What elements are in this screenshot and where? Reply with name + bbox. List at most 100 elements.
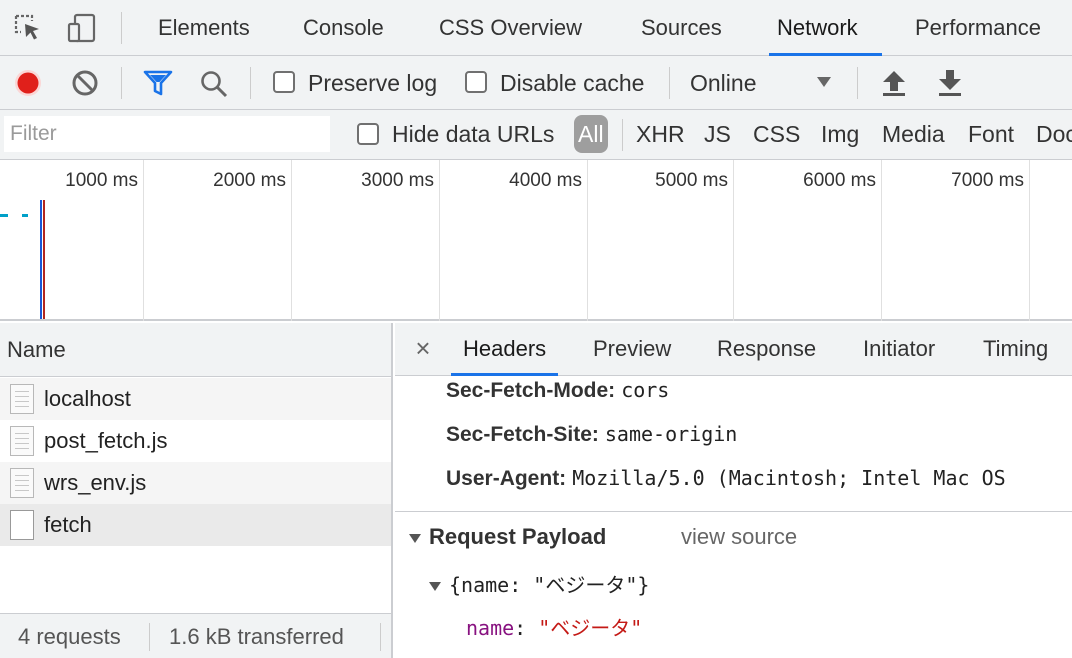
table-row[interactable]: wrs_env.js (0, 462, 391, 504)
toolbar-separator (250, 67, 251, 99)
preserve-log-checkbox[interactable] (273, 71, 295, 93)
request-name: localhost (44, 386, 131, 411)
timeline-gridline (881, 160, 882, 321)
tab-timing[interactable]: Timing (983, 323, 1048, 375)
transferred-size: 1.6 kB transferred (169, 624, 344, 649)
tab-sources[interactable]: Sources (641, 0, 722, 55)
request-name: post_fetch.js (44, 428, 168, 453)
name-column-header[interactable]: Name (0, 323, 391, 377)
dropdown-arrow-icon[interactable] (816, 75, 832, 89)
toolbar-separator (857, 67, 858, 99)
filter-separator (622, 119, 623, 151)
tab-performance[interactable]: Performance (915, 0, 1041, 55)
table-row[interactable]: post_fetch.js (0, 420, 391, 462)
timeline-gridline (587, 160, 588, 321)
status-separator (149, 623, 150, 651)
preserve-log-label[interactable]: Preserve log (308, 56, 437, 110)
timeline-tick-label: 7000 ms (951, 170, 1024, 191)
filter-type-xhr[interactable]: XHR (636, 110, 685, 159)
clear-icon[interactable] (71, 69, 99, 97)
tab-elements[interactable]: Elements (158, 0, 250, 55)
payload-object-summary[interactable]: {name: "ベジータ"} (429, 569, 649, 598)
table-row-selected[interactable]: fetch (0, 504, 391, 546)
request-count: 4 requests (18, 624, 121, 649)
request-name: wrs_env.js (44, 470, 147, 495)
payload-key: name (466, 616, 515, 640)
toolbar-separator (121, 67, 122, 99)
filter-type-img[interactable]: Img (821, 110, 859, 159)
tab-initiator[interactable]: Initiator (863, 323, 935, 375)
timeline-tick-label: 1000 ms (65, 170, 138, 191)
timeline-request-bar (0, 214, 8, 217)
status-separator (380, 623, 381, 651)
request-name: fetch (44, 512, 92, 537)
tab-headers[interactable]: Headers (450, 323, 559, 376)
timeline-tick-label: 6000 ms (803, 170, 876, 191)
load-event-marker (43, 200, 45, 319)
timeline-tick-label: 3000 ms (361, 170, 434, 191)
section-divider (395, 511, 1072, 512)
close-icon[interactable]: × (411, 335, 435, 361)
filter-type-doc[interactable]: Doc (1036, 110, 1072, 159)
view-source-link[interactable]: view source (681, 524, 797, 550)
detail-tabbar: × Headers Preview Response Initiator Tim… (395, 323, 1072, 376)
payload-summary-text: {name: "ベジータ"} (449, 573, 650, 597)
filter-bar: Hide data URLs All XHR JS CSS Img Media … (0, 110, 1072, 160)
header-row: Sec-Fetch-Mode: cors (446, 378, 669, 403)
timeline-gridline (439, 160, 440, 321)
disable-cache-label[interactable]: Disable cache (500, 56, 644, 110)
device-toolbar-icon[interactable] (66, 12, 98, 44)
hide-data-urls-checkbox[interactable] (357, 123, 379, 145)
tabbar-separator (121, 12, 122, 44)
payload-colon: : (514, 616, 527, 640)
header-value: cors (621, 378, 670, 402)
import-har-icon[interactable] (882, 69, 906, 97)
timeline-tick-label: 4000 ms (509, 170, 582, 191)
header-name: Sec-Fetch-Site: (446, 423, 599, 446)
header-row: User-Agent: Mozilla/5.0 (Macintosh; Intel… (446, 466, 1006, 491)
request-detail-pane: × Headers Preview Response Initiator Tim… (395, 323, 1072, 658)
network-overview-timeline[interactable]: 1000 ms 2000 ms 3000 ms 4000 ms 5000 ms … (0, 160, 1072, 321)
inspect-element-icon[interactable] (12, 12, 44, 44)
timeline-gridline (1029, 160, 1030, 321)
tab-network[interactable]: Network (769, 0, 882, 56)
disable-cache-checkbox[interactable] (465, 71, 487, 93)
blank-file-icon (10, 510, 34, 540)
section-title: Request Payload (429, 524, 607, 549)
filter-type-all[interactable]: All (574, 115, 608, 153)
filter-type-font[interactable]: Font (968, 110, 1014, 159)
script-file-icon (10, 468, 34, 498)
payload-property: name: "ベジータ" (466, 612, 642, 641)
timeline-gridline (143, 160, 144, 321)
table-row[interactable]: localhost (0, 378, 391, 420)
filter-input[interactable] (4, 116, 330, 152)
tab-preview[interactable]: Preview (593, 323, 671, 375)
request-list: Name localhost post_fetch.js wrs_env.js … (0, 323, 393, 658)
filter-type-js[interactable]: JS (704, 110, 731, 159)
filter-icon[interactable] (143, 69, 173, 97)
dom-content-loaded-marker (40, 200, 42, 319)
timeline-gridline (291, 160, 292, 321)
tab-css-overview[interactable]: CSS Overview (439, 0, 582, 55)
filter-type-css[interactable]: CSS (753, 110, 800, 159)
network-status-bar: 4 requests 1.6 kB transferred (0, 613, 391, 658)
script-file-icon (10, 426, 34, 456)
header-row: Sec-Fetch-Site: same-origin (446, 422, 737, 447)
throttling-select[interactable]: Online (690, 56, 756, 110)
hide-data-urls-label[interactable]: Hide data URLs (392, 110, 554, 159)
network-toolbar: Preserve log Disable cache Online (0, 56, 1072, 110)
timeline-gridline (733, 160, 734, 321)
timeline-request-bar (22, 214, 28, 217)
request-payload-section-toggle[interactable]: Request Payload (409, 524, 606, 550)
export-har-icon[interactable] (938, 69, 962, 97)
filter-type-media[interactable]: Media (882, 110, 945, 159)
expand-triangle-icon (409, 533, 421, 543)
toolbar-separator (669, 67, 670, 99)
devtools-tabbar: Elements Console CSS Overview Sources Ne… (0, 0, 1072, 56)
tab-response[interactable]: Response (717, 323, 816, 375)
record-icon[interactable] (14, 69, 42, 97)
search-icon[interactable] (199, 69, 229, 99)
header-value: Mozilla/5.0 (Macintosh; Intel Mac OS (572, 466, 1006, 490)
tab-console[interactable]: Console (303, 0, 384, 55)
document-icon (10, 384, 34, 414)
